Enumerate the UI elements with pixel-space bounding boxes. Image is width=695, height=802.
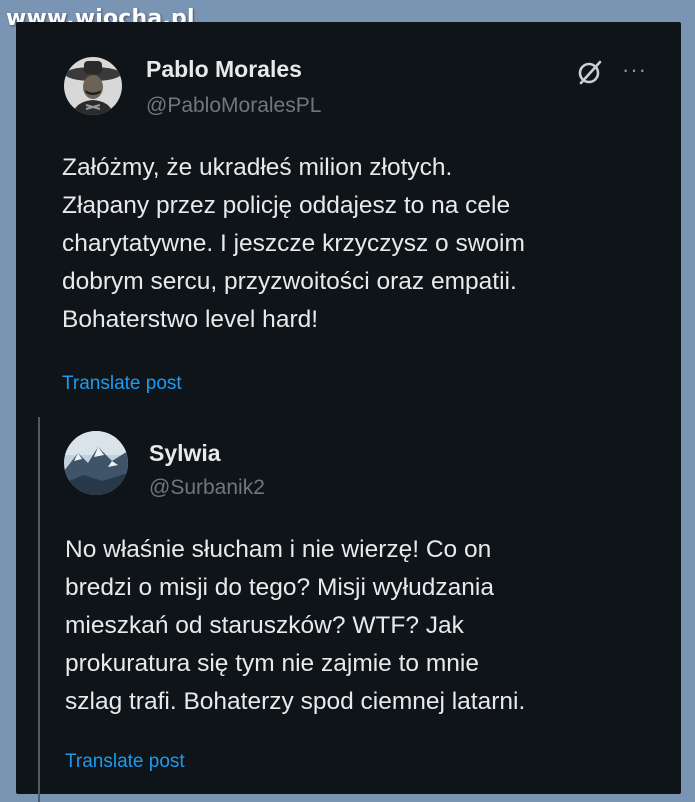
avatar-sylwia[interactable] — [64, 431, 128, 495]
tweet-text: Załóżmy, że ukradłeś milion złotych. Zła… — [62, 154, 525, 333]
quoted-translate-post-link[interactable]: Translate post — [65, 751, 185, 773]
tweet-screen: Pablo Morales @PabloMoralesPL ··· Załóżm… — [16, 22, 681, 802]
quoted-author-name[interactable]: Sylwia — [149, 440, 221, 467]
grok-icon[interactable] — [576, 58, 604, 86]
more-options-icon[interactable]: ··· — [622, 59, 647, 81]
thread-divider — [38, 417, 40, 802]
quoted-tweet-text: No właśnie słucham i nie wierzę! Co on b… — [65, 536, 526, 715]
translate-post-link[interactable]: Translate post — [62, 373, 182, 395]
avatar-pablo[interactable] — [64, 57, 122, 115]
author-handle[interactable]: @PabloMoralesPL — [146, 94, 321, 118]
author-name[interactable]: Pablo Morales — [146, 56, 302, 83]
quoted-author-handle[interactable]: @Surbanik2 — [149, 476, 265, 500]
